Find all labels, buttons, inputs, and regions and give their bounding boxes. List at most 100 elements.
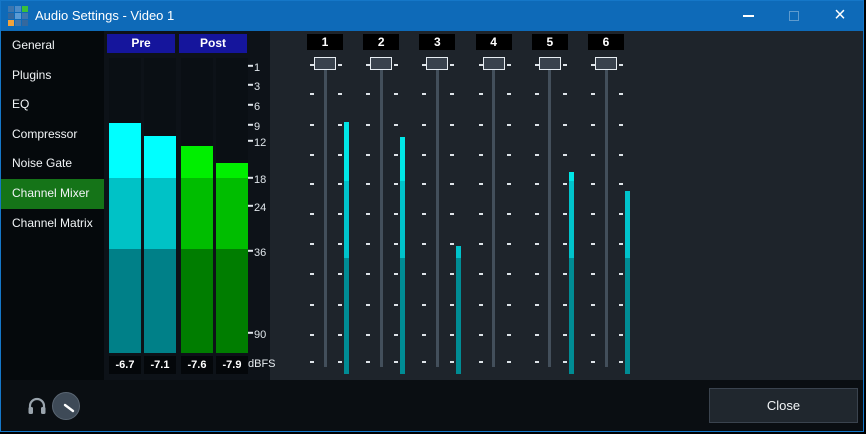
channel-strip-2: 2 xyxy=(353,34,409,378)
channel-meter-5 xyxy=(569,61,574,374)
slider-tick xyxy=(591,154,595,156)
close-window-button[interactable]: × xyxy=(817,1,863,31)
db-scale-mark: 36 xyxy=(248,247,266,259)
slider-tick xyxy=(591,183,595,185)
slider-tick xyxy=(422,183,426,185)
app-icon-square xyxy=(15,13,21,19)
slider-tick xyxy=(450,124,454,126)
slider-tick xyxy=(394,183,398,185)
slider-tick xyxy=(619,213,623,215)
volume-slider-handle-3[interactable] xyxy=(426,57,448,70)
slider-tick xyxy=(338,213,342,215)
meter-bar-pre-2 xyxy=(144,58,176,353)
sidebar-item-channel-mixer[interactable]: Channel Mixer xyxy=(1,179,104,209)
slider-tick xyxy=(338,124,342,126)
slider-tick xyxy=(310,334,314,336)
channel-number-2: 2 xyxy=(363,34,399,50)
slider-tick xyxy=(338,243,342,245)
slider-tick xyxy=(535,361,539,363)
slider-tick xyxy=(394,124,398,126)
slider-tick xyxy=(563,183,567,185)
volume-slider-handle-6[interactable] xyxy=(595,57,617,70)
slider-tick xyxy=(450,273,454,275)
slider-tick xyxy=(535,273,539,275)
maximize-button[interactable] xyxy=(771,1,817,31)
sidebar-item-compressor[interactable]: Compressor xyxy=(1,120,104,150)
slider-tick xyxy=(394,273,398,275)
slider-tick xyxy=(619,304,623,306)
channel-number-1: 1 xyxy=(307,34,343,50)
monitor-knob[interactable] xyxy=(52,392,80,420)
app-icon xyxy=(8,6,28,26)
volume-slider-track-6[interactable] xyxy=(605,58,608,367)
volume-slider-handle-4[interactable] xyxy=(483,57,505,70)
scale-tick xyxy=(248,65,253,67)
unit-label: dBFS xyxy=(248,358,276,370)
slider-tick xyxy=(310,361,314,363)
slider-tick xyxy=(366,361,370,363)
minimize-icon xyxy=(743,15,754,17)
slider-tick xyxy=(394,304,398,306)
close-button[interactable]: Close xyxy=(709,388,858,423)
slider-tick xyxy=(422,243,426,245)
slider-tick xyxy=(563,334,567,336)
slider-tick xyxy=(422,361,426,363)
meter-value-pre-1: -6.7 xyxy=(109,356,141,374)
volume-slider-track-4[interactable] xyxy=(492,58,495,367)
volume-slider-track-1[interactable] xyxy=(324,58,327,367)
app-icon-square xyxy=(22,13,28,19)
slider-tick xyxy=(338,273,342,275)
slider-tick xyxy=(338,183,342,185)
meter-bar-pre-1 xyxy=(109,58,141,353)
app-icon-square xyxy=(8,20,14,26)
headphones-icon[interactable] xyxy=(27,397,47,420)
sidebar-item-plugins[interactable]: Plugins xyxy=(1,61,104,91)
sidebar: GeneralPluginsEQCompressorNoise GateChan… xyxy=(1,31,104,403)
slider-tick xyxy=(535,183,539,185)
slider-tick xyxy=(591,243,595,245)
slider-tick xyxy=(310,93,314,95)
volume-slider-track-3[interactable] xyxy=(436,58,439,367)
scale-tick xyxy=(248,124,253,126)
meter-mask xyxy=(109,58,141,123)
volume-slider-handle-2[interactable] xyxy=(370,57,392,70)
minimize-button[interactable] xyxy=(725,1,771,31)
scale-tick xyxy=(248,140,253,142)
sidebar-item-noise-gate[interactable]: Noise Gate xyxy=(1,149,104,179)
slider-tick xyxy=(479,304,483,306)
slider-tick xyxy=(394,334,398,336)
slider-tick xyxy=(619,334,623,336)
window-title: Audio Settings - Video 1 xyxy=(35,1,174,31)
app-icon-square xyxy=(15,6,21,12)
scale-label: 36 xyxy=(254,247,266,259)
slider-tick xyxy=(394,154,398,156)
slider-tick xyxy=(507,93,511,95)
slider-tick xyxy=(535,124,539,126)
volume-slider-track-5[interactable] xyxy=(548,58,551,367)
sidebar-item-channel-matrix[interactable]: Channel Matrix xyxy=(1,209,104,239)
scale-label: 6 xyxy=(254,101,260,113)
channel-meter-mask xyxy=(513,61,518,374)
app-icon-square xyxy=(8,13,14,19)
slider-tick xyxy=(366,124,370,126)
sidebar-item-eq[interactable]: EQ xyxy=(1,90,104,120)
app-icon-square xyxy=(15,20,21,26)
volume-slider-track-2[interactable] xyxy=(380,58,383,367)
titlebar: Audio Settings - Video 1 × xyxy=(1,1,863,31)
channel-number-6: 6 xyxy=(588,34,624,50)
slider-tick xyxy=(366,304,370,306)
slider-tick xyxy=(507,243,511,245)
volume-slider-handle-5[interactable] xyxy=(539,57,561,70)
slider-tick xyxy=(479,124,483,126)
maximize-icon xyxy=(789,11,799,21)
slider-tick xyxy=(422,213,426,215)
slider-tick xyxy=(507,154,511,156)
sidebar-item-general[interactable]: General xyxy=(1,31,104,61)
slider-tick xyxy=(535,154,539,156)
app-icon-square xyxy=(22,6,28,12)
meter-value-post-1: -7.6 xyxy=(181,356,213,374)
slider-tick xyxy=(507,304,511,306)
volume-slider-handle-1[interactable] xyxy=(314,57,336,70)
slider-tick xyxy=(450,93,454,95)
slider-tick xyxy=(338,334,342,336)
